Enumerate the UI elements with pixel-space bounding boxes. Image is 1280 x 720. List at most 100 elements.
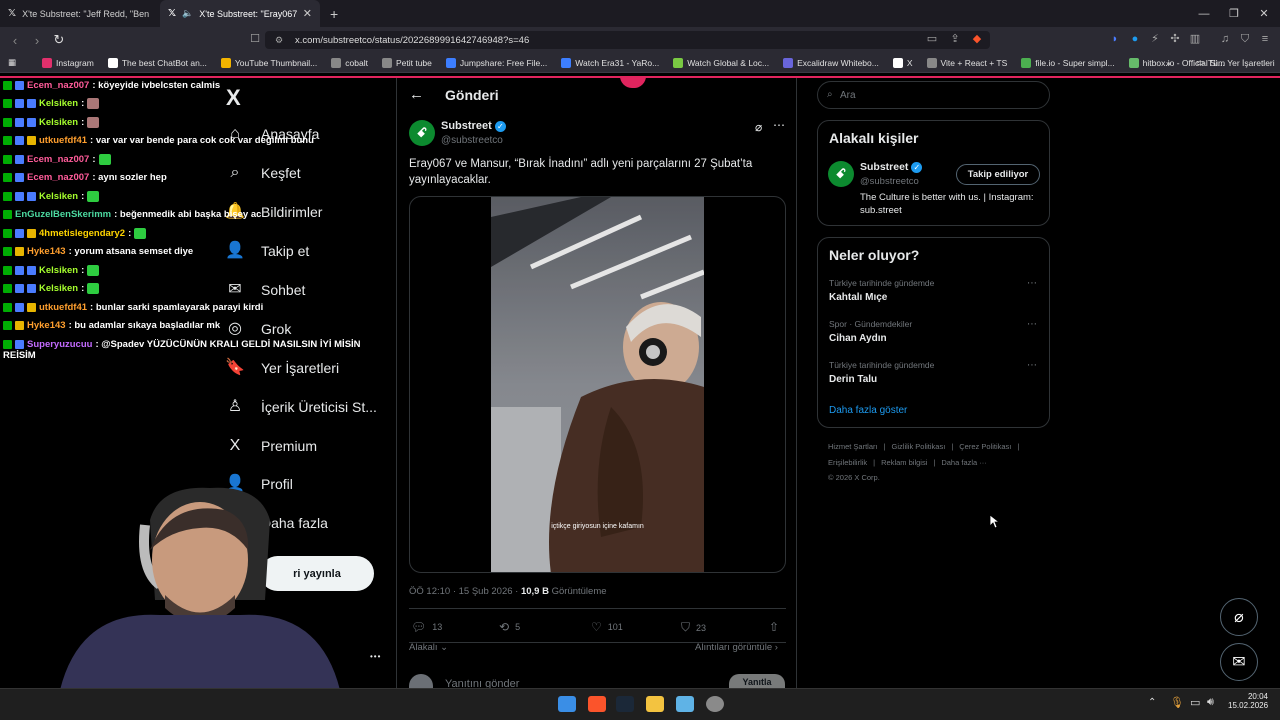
chat-username[interactable]: utkuefdf41: [39, 135, 87, 146]
related-name[interactable]: Substreet ✓: [860, 161, 923, 173]
footer-link[interactable]: Daha fazla ···: [941, 458, 986, 467]
bookmark-item[interactable]: Instagram: [36, 57, 100, 68]
share-icon[interactable]: ⇪: [948, 32, 962, 46]
bookmark-button[interactable]: ⛉ 23: [681, 620, 706, 635]
clock[interactable]: 20:04 15.02.2026: [1228, 692, 1268, 710]
account-menu-dots[interactable]: •••: [370, 652, 381, 661]
trend-more-icon[interactable]: ⋯: [1027, 278, 1037, 289]
footer-link[interactable]: Gizlilik Politikası: [892, 442, 946, 451]
related-dropdown[interactable]: Alakalı ⌄: [409, 642, 448, 653]
related-handle[interactable]: @substreetco: [860, 176, 919, 187]
reply-submit-button[interactable]: Yanıtla: [729, 674, 785, 688]
trend-item[interactable]: Spor · Gündemdekiler Cihan Aydın ⋯: [829, 319, 1039, 344]
back-arrow-icon[interactable]: ←: [409, 86, 424, 103]
trend-item[interactable]: Türkiye tarihinde gündemde Derin Talu ⋯: [829, 360, 1039, 385]
display-icon[interactable]: ▭: [1190, 696, 1200, 709]
menu-icon[interactable]: ≡: [1258, 32, 1272, 46]
chat-username[interactable]: Kelsiken: [39, 98, 78, 109]
browser-tab-1[interactable]: 𝕏 X'te Substreet: "Jeff Redd, "Ben Bir B…: [0, 0, 160, 27]
back-icon[interactable]: ‹: [4, 33, 26, 48]
forward-icon[interactable]: ›: [26, 33, 48, 48]
bookmark-item[interactable]: The best ChatBot an...: [102, 57, 213, 68]
author-handle[interactable]: @substreetco: [441, 135, 503, 146]
extension-2-icon[interactable]: ●: [1128, 32, 1142, 46]
bookmark-item[interactable]: Excalidraw Whitebo...: [777, 57, 885, 68]
extensions-icon[interactable]: ✣: [1168, 32, 1182, 46]
bookmark-item[interactable]: Jumpshare: Free File...: [440, 57, 553, 68]
bookmark-page-icon[interactable]: ☐: [248, 32, 262, 46]
like-button[interactable]: ♡ 101: [591, 620, 623, 634]
show-more-link[interactable]: Daha fazla göster: [829, 405, 907, 416]
share-button[interactable]: ⇧: [769, 620, 779, 634]
bookmark-item[interactable]: YouTube Thumbnail...: [215, 57, 323, 68]
reply-button[interactable]: 💬︎ 13: [411, 620, 442, 634]
chat-username[interactable]: Hyke143: [27, 320, 66, 331]
trend-more-icon[interactable]: ⋯: [1027, 319, 1037, 330]
chat-username[interactable]: Kelsiken: [39, 265, 78, 276]
chat-username[interactable]: Hyke143: [27, 246, 66, 257]
chat-username[interactable]: Ecem_naz007: [27, 154, 89, 165]
footer-link[interactable]: Çerez Politikası: [959, 442, 1011, 451]
browser-tab-2[interactable]: 𝕏 🔈 X'te Substreet: "Eray067 ve M ✕: [160, 0, 320, 27]
footer-link[interactable]: Hizmet Şartları: [828, 442, 878, 451]
more-options-icon[interactable]: ⋯: [773, 118, 785, 132]
chat-username[interactable]: Kelsiken: [39, 191, 78, 202]
view-quotes-link[interactable]: Alıntıları görüntüle ›: [695, 642, 778, 653]
author-name[interactable]: Substreet ✓: [441, 120, 506, 132]
repost-button[interactable]: ⟲ 5: [499, 620, 520, 634]
windows-start-icon[interactable]: [558, 696, 576, 712]
all-bookmarks-link[interactable]: ▭ Tüm Yer İşaretleri: [1190, 57, 1280, 68]
trend-more-icon[interactable]: ⋯: [1027, 360, 1037, 371]
minimize-button[interactable]: —: [1188, 0, 1220, 27]
search-input[interactable]: ⌕ Ara: [817, 81, 1050, 109]
bookmark-item[interactable]: X: [887, 57, 919, 68]
reload-icon[interactable]: ↻: [48, 32, 70, 48]
tweet-media[interactable]: içtikçe giriyosun içine kafamın: [409, 196, 786, 573]
explorer-taskbar-icon[interactable]: [646, 696, 664, 712]
bookmark-item[interactable]: cobalt: [325, 57, 374, 68]
chat-username[interactable]: Kelsiken: [39, 283, 78, 294]
chat-username[interactable]: Superyuzucuu: [27, 339, 92, 350]
pip-icon[interactable]: ▭: [925, 32, 939, 46]
trend-item[interactable]: Türkiye tarihinde gündemde Kahtalı Mıçe ⋯: [829, 278, 1039, 303]
brave-shield-icon[interactable]: ◆: [970, 32, 984, 46]
bookmark-item[interactable]: file.io - Super simpl...: [1015, 57, 1120, 68]
following-button[interactable]: Takip ediliyor: [956, 164, 1040, 185]
tray-chevron-icon[interactable]: ⌃: [1148, 697, 1156, 708]
site-info-icon[interactable]: ⚙: [275, 35, 283, 46]
maximize-button[interactable]: ❐: [1218, 0, 1250, 27]
close-window-button[interactable]: ✕: [1248, 0, 1280, 27]
speaker-icon[interactable]: 🔈: [182, 8, 193, 19]
close-tab-icon[interactable]: ✕: [303, 7, 312, 20]
bookmark-item[interactable]: Watch Global & Loc...: [667, 57, 775, 68]
app-taskbar-icon[interactable]: [676, 696, 694, 712]
grok-analyze-icon[interactable]: ⌀: [755, 120, 762, 134]
apps-icon[interactable]: ▦: [0, 57, 22, 68]
sidebar-item-7[interactable]: ♙ İçerik Üreticisi St...: [225, 397, 377, 417]
bookmarks-more-icon[interactable]: »: [1160, 58, 1177, 68]
author-avatar[interactable]: ꗃ: [409, 120, 435, 146]
messages-fab-icon[interactable]: ✉: [1220, 643, 1258, 681]
bookmark-item[interactable]: Petit tube: [376, 57, 438, 68]
obs-taskbar-icon[interactable]: [706, 696, 724, 712]
extension-1-icon[interactable]: ◗: [1108, 32, 1122, 46]
bookmark-item[interactable]: Watch Era31 - YaRo...: [555, 57, 665, 68]
related-avatar[interactable]: ꗃ: [828, 161, 854, 187]
bookmark-item[interactable]: Vite + React + TS: [921, 57, 1014, 68]
chat-username[interactable]: EnGuzelBenSkerimm: [15, 209, 111, 220]
wallet-icon[interactable]: ⛉: [1238, 32, 1252, 46]
steam-taskbar-icon[interactable]: [616, 696, 634, 712]
chat-username[interactable]: Kelsiken: [39, 117, 78, 128]
new-tab-button[interactable]: +: [330, 6, 338, 22]
brave-taskbar-icon[interactable]: [588, 696, 606, 712]
chat-username[interactable]: Ecem_naz007: [27, 80, 89, 91]
volume-icon[interactable]: 🔊︎: [1207, 696, 1214, 709]
footer-link[interactable]: Erişilebilirlik: [828, 458, 867, 467]
chat-username[interactable]: 4hmetislegendary2: [39, 228, 125, 239]
sidebar-item-8[interactable]: X Premium: [225, 436, 317, 456]
url-bar[interactable]: ⚙ x.com/substreetco/status/2022689991642…: [265, 31, 990, 49]
sidebar-toggle-icon[interactable]: ▥: [1188, 32, 1202, 46]
mic-icon[interactable]: 🎙︎: [1170, 696, 1184, 709]
chat-username[interactable]: Ecem_naz007: [27, 172, 89, 183]
music-icon[interactable]: ♫: [1218, 32, 1232, 46]
